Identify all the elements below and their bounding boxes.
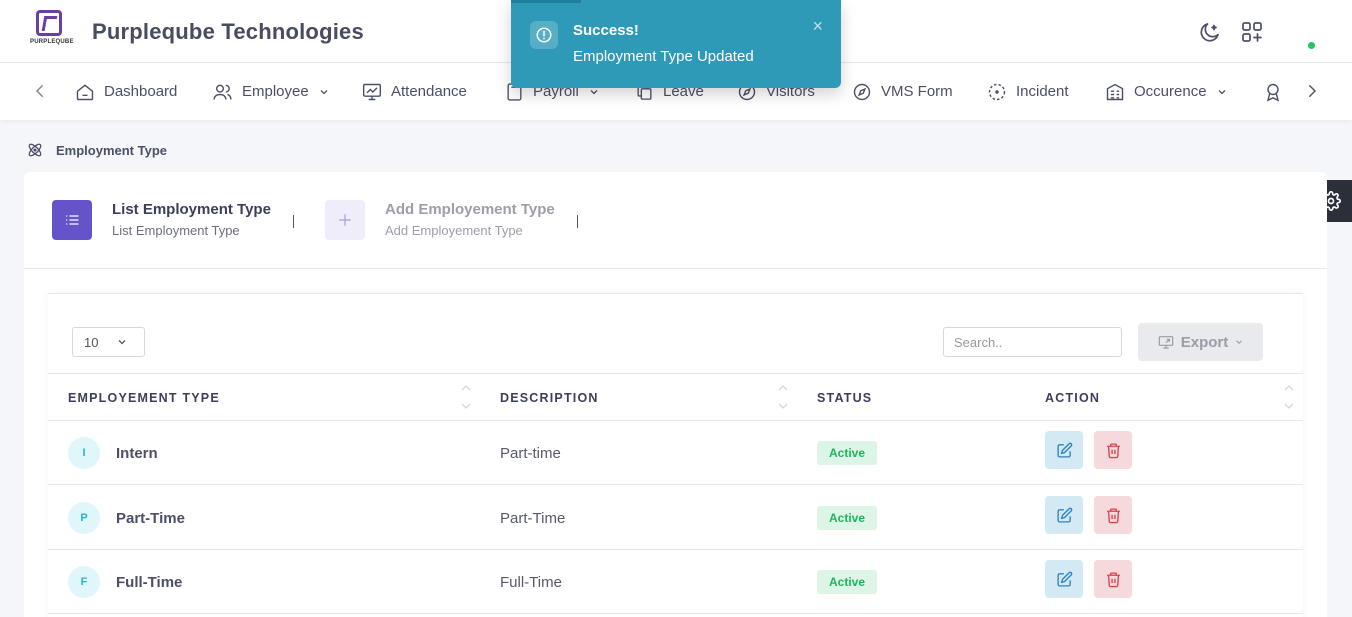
status-badge: Active	[817, 570, 877, 594]
nav-label: Incident	[1016, 83, 1069, 100]
alert-circle-icon	[536, 27, 552, 43]
edit-icon	[1056, 507, 1072, 523]
breadcrumb: Employment Type	[26, 141, 167, 159]
logo-text: PURPLEQUBE	[30, 39, 74, 45]
trash-icon	[1106, 571, 1120, 587]
delete-button[interactable]	[1094, 431, 1132, 469]
employment-type-name: Full-Time	[116, 574, 183, 591]
description-cell: Part-Time	[500, 510, 566, 527]
table-row: P Part-Time Part-Time Active	[48, 486, 1303, 550]
toast-close-button[interactable]: ×	[812, 16, 823, 37]
monitor-export-icon	[1158, 336, 1174, 349]
nav-label: VMS Form	[881, 83, 953, 100]
monitor-chart-icon	[362, 83, 382, 100]
tab-add-icon-box[interactable]	[325, 200, 365, 240]
avatar: I	[68, 437, 100, 469]
column-header-status[interactable]: STATUS	[817, 391, 872, 405]
toast-progress-bar	[511, 0, 581, 3]
tab-list-title[interactable]: List Employment Type	[112, 201, 271, 218]
edit-button[interactable]	[1045, 560, 1083, 598]
content-card: List Employment Type List Employment Typ…	[24, 172, 1327, 617]
column-header-description[interactable]: DESCRIPTION	[500, 391, 599, 405]
nav-item-attendance[interactable]: Attendance	[362, 63, 467, 120]
company-logo[interactable]: PURPLEQUBE	[30, 10, 73, 50]
toast-title: Success!	[573, 22, 639, 39]
page-length-select[interactable]: 10	[72, 327, 145, 357]
nav-item-vms-form[interactable]: VMS Form	[852, 63, 953, 120]
employment-type-name: Intern	[116, 445, 158, 462]
building-icon	[1106, 83, 1124, 100]
sort-icon[interactable]	[778, 384, 788, 410]
table-header: EMPLOYEMENT TYPE DESCRIPTION STATUS ACTI…	[48, 373, 1303, 421]
status-badge: Active	[817, 506, 877, 530]
home-icon	[76, 83, 94, 100]
list-icon	[66, 215, 79, 225]
focus-target-icon	[988, 83, 1006, 100]
success-toast: Success! Employment Type Updated ×	[511, 0, 841, 88]
toast-icon-box	[530, 21, 558, 49]
chevron-down-icon	[1236, 340, 1243, 344]
edit-button[interactable]	[1045, 496, 1083, 534]
table-row: F Full-Time Full-Time Active	[48, 550, 1303, 614]
column-header-type[interactable]: EMPLOYEMENT TYPE	[68, 391, 220, 405]
chevron-down-icon	[1218, 89, 1225, 94]
nav-label: Dashboard	[104, 83, 178, 100]
tab-add-title[interactable]: Add Employement Type	[385, 201, 555, 218]
award-icon[interactable]	[1263, 82, 1283, 102]
online-status-dot	[1308, 42, 1315, 49]
chevron-down-icon	[320, 89, 328, 94]
table-row: I Intern Part-time Active	[48, 421, 1303, 485]
trash-icon	[1106, 442, 1120, 458]
export-button[interactable]: Export	[1138, 323, 1263, 361]
tab-separator	[293, 215, 294, 228]
chevron-down-icon	[118, 340, 126, 345]
nav-label: Occurence	[1134, 83, 1207, 100]
nav-item-incident[interactable]: Incident	[987, 63, 1069, 120]
nav-label: Attendance	[391, 83, 467, 100]
nav-item-employee[interactable]: Employee	[212, 63, 330, 120]
description-cell: Part-time	[500, 445, 561, 462]
sort-icon[interactable]	[1284, 384, 1294, 410]
moon-icon[interactable]	[1198, 20, 1222, 44]
toast-message: Employment Type Updated	[573, 48, 754, 65]
tab-add-subtitle: Add Employement Type	[385, 223, 523, 238]
delete-button[interactable]	[1094, 560, 1132, 598]
description-cell: Full-Time	[500, 574, 562, 591]
breadcrumb-label: Employment Type	[56, 142, 168, 158]
delete-button[interactable]	[1094, 496, 1132, 534]
nav-next-chevron-icon[interactable]	[1303, 82, 1321, 100]
edit-icon	[1056, 442, 1072, 458]
edit-button[interactable]	[1045, 431, 1083, 469]
users-icon	[213, 84, 232, 100]
search-input[interactable]	[943, 327, 1122, 357]
logo-mark	[36, 10, 62, 36]
page-length-value: 10	[84, 334, 99, 350]
tab-list-icon-box[interactable]	[52, 200, 92, 240]
nav-label: Employee	[242, 83, 309, 100]
data-table-panel: 10 Export EMPLOYEMENT TYPE DESCRIPTION S…	[48, 293, 1303, 617]
tabs-bar: List Employment Type List Employment Typ…	[24, 172, 1327, 269]
edit-icon	[1056, 571, 1072, 587]
plus-icon	[339, 214, 351, 226]
column-header-action[interactable]: ACTION	[1045, 391, 1100, 405]
tab-separator	[577, 215, 578, 228]
sort-icon[interactable]	[461, 384, 471, 410]
apps-grid-icon[interactable]	[1240, 20, 1264, 44]
nav-item-dashboard[interactable]: Dashboard	[75, 63, 177, 120]
export-label: Export	[1180, 333, 1229, 351]
tab-list-subtitle: List Employment Type	[112, 223, 240, 238]
employment-type-name: Part-Time	[116, 510, 185, 527]
nav-prev-chevron-icon[interactable]	[31, 82, 49, 100]
avatar: P	[68, 502, 100, 534]
company-name: Purpleqube Technologies	[92, 19, 364, 44]
status-badge: Active	[817, 441, 877, 465]
trash-icon	[1106, 507, 1120, 523]
atom-icon	[28, 143, 42, 157]
compass-icon	[853, 83, 871, 100]
avatar: F	[68, 566, 100, 598]
nav-item-occurence[interactable]: Occurence	[1105, 63, 1228, 120]
